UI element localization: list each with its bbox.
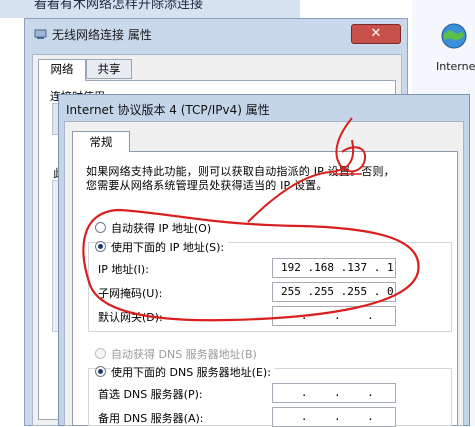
- annotation-circle-stroke: [82, 208, 420, 322]
- handwritten-annotation: [82, 117, 420, 322]
- annotation-pointer-stroke: [247, 139, 355, 223]
